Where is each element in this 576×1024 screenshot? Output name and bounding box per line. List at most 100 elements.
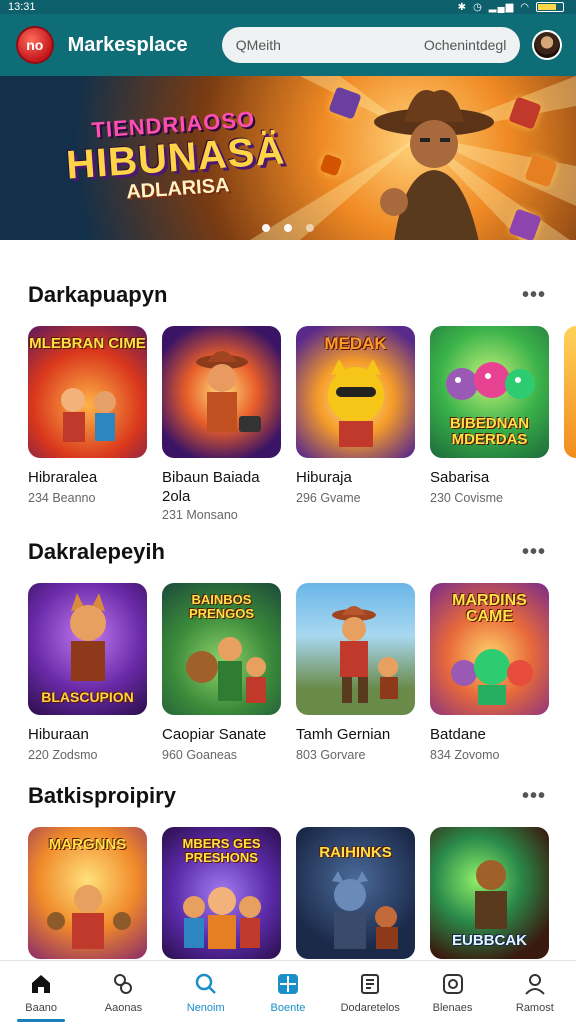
search-input[interactable]: QMeith Ochenintdegl bbox=[221, 27, 521, 63]
character-illustration bbox=[450, 649, 533, 705]
pagination-dot[interactable] bbox=[284, 224, 292, 232]
character-illustration bbox=[195, 351, 261, 432]
banner-pagination bbox=[262, 224, 314, 232]
game-meta: 230 Covisme bbox=[430, 491, 503, 505]
game-title: Batdane bbox=[430, 726, 486, 743]
game-title: Bibaun Baiada 2ola bbox=[162, 469, 260, 505]
thumbnail-art-text: BIBEDNAN MDERDAS bbox=[449, 415, 530, 448]
game-card[interactable]: Bibaun Baiada 2ola 231 Monsano bbox=[162, 326, 281, 522]
game-meta: 231 Monsano bbox=[162, 508, 238, 522]
character-illustration bbox=[327, 359, 384, 447]
game-thumbnail: MEDAK bbox=[296, 326, 415, 458]
game-meta: 220 Zodsmo bbox=[28, 748, 98, 762]
banner-title: TIENDRIAOSO HIBUNASÄ ADLARISA bbox=[63, 104, 288, 208]
logo-text: no bbox=[26, 37, 44, 53]
game-meta: 296 Gvame bbox=[296, 491, 361, 505]
character-illustration bbox=[331, 871, 398, 949]
game-card[interactable]: MARDINS CAME Batdane 834 Zovomo bbox=[430, 583, 549, 762]
game-meta: 834 Zovomo bbox=[430, 748, 500, 762]
list-icon bbox=[357, 971, 383, 997]
featured-banner[interactable]: TIENDRIAOSO HIBUNASÄ ADLARISA bbox=[0, 76, 576, 240]
game-card[interactable]: MARGNNS bbox=[28, 827, 147, 959]
game-card[interactable]: MBERS GES PRESHONS bbox=[162, 827, 281, 959]
game-thumbnail: MLEBRAN CIME bbox=[28, 326, 147, 458]
character-illustration bbox=[46, 885, 131, 949]
nav-games[interactable]: Blenaes bbox=[411, 961, 493, 1024]
character-illustration bbox=[331, 606, 398, 703]
game-card[interactable]: Tamh Gernian 803 Gorvare bbox=[296, 583, 415, 762]
thumbnail-art-text: MLEBRAN CIME bbox=[29, 335, 146, 352]
more-options-icon[interactable]: ••• bbox=[522, 786, 546, 806]
game-card[interactable]: MLEBRAN CIME Hibraralea 234 Beanno bbox=[28, 326, 147, 522]
status-bar: 13:31 ✱ ◷ ▂▄▆ ◠ bbox=[0, 0, 576, 14]
section-title: Dakralepeyih bbox=[28, 539, 165, 564]
character-illustration bbox=[69, 593, 106, 681]
nav-home[interactable]: Baano bbox=[0, 961, 82, 1024]
battery-icon bbox=[536, 2, 564, 12]
nav-label: Baano bbox=[25, 1002, 58, 1014]
game-title: Caopiar Sanate bbox=[162, 726, 267, 743]
thumbnail-art-text: MBERS GES PRESHONS bbox=[182, 836, 261, 865]
thumbnail-art-text: MEDAK bbox=[324, 334, 387, 353]
nav-library[interactable]: Dodaretelos bbox=[329, 961, 411, 1024]
character-illustration bbox=[474, 860, 507, 929]
home-icon bbox=[28, 971, 54, 997]
more-options-icon[interactable]: ••• bbox=[522, 285, 546, 305]
game-title: Tamh Gernian bbox=[296, 726, 391, 743]
game-card[interactable]: MEDAK Hiburaja 296 Gvame bbox=[296, 326, 415, 522]
app-header: no Markesplace QMeith Ochenintdegl bbox=[0, 14, 576, 76]
game-meta: 960 Goaneas bbox=[162, 748, 238, 762]
game-thumbnail: BLASCUPION bbox=[28, 583, 147, 715]
section-title: Batkisproipiry bbox=[28, 783, 176, 808]
nav-profile[interactable]: Ramost bbox=[494, 961, 576, 1024]
game-meta: 803 Gorvare bbox=[296, 748, 366, 762]
section-1: Darkapuapyn ••• MLEBRAN CIME Hibraralea … bbox=[0, 280, 576, 522]
nav-label: Boente bbox=[270, 1002, 306, 1014]
game-thumbnail: MARDINS CAME bbox=[430, 583, 549, 715]
grid-icon bbox=[275, 971, 301, 997]
category-icon bbox=[110, 971, 136, 997]
nav-label: Aaonas bbox=[104, 1002, 143, 1014]
pagination-dot[interactable] bbox=[306, 224, 314, 232]
game-title: Hibraralea bbox=[28, 469, 98, 486]
wifi-icon: ◠ bbox=[520, 1, 530, 13]
thumbnail-art-text: RAIHINKS bbox=[319, 844, 392, 861]
game-card[interactable]: BAINBOS PRENGOS Caopiar Sanate 960 Goane… bbox=[162, 583, 281, 762]
next-card-peek[interactable] bbox=[564, 326, 576, 458]
character-illustration bbox=[60, 388, 116, 442]
game-card[interactable]: RAIHINKS bbox=[296, 827, 415, 959]
game-meta: 234 Beanno bbox=[28, 491, 96, 505]
game-card[interactable]: EUBBCAK bbox=[430, 827, 549, 959]
pagination-dot[interactable] bbox=[262, 224, 270, 232]
character-illustration bbox=[185, 637, 266, 703]
section-2: Dakralepeyih ••• BLASCUPION Hiburaan 220… bbox=[0, 537, 576, 762]
nav-label: Ramost bbox=[515, 1002, 554, 1014]
app-title: Markesplace bbox=[67, 33, 188, 56]
nav-categories[interactable]: Aaonas bbox=[82, 961, 164, 1024]
bluetooth-icon: ✱ bbox=[457, 1, 468, 13]
alarm-icon: ◷ bbox=[473, 1, 483, 13]
section-title: Darkapuapyn bbox=[28, 282, 168, 307]
user-avatar[interactable] bbox=[532, 30, 562, 60]
profile-icon bbox=[522, 971, 548, 997]
game-card[interactable]: BIBEDNAN MDERDAS Sabarisa 230 Covisme bbox=[430, 326, 549, 522]
game-title: Hiburaan bbox=[28, 726, 89, 743]
thumbnail-art-text: BLASCUPION bbox=[41, 689, 134, 705]
nav-apps[interactable]: Boente bbox=[247, 961, 329, 1024]
game-thumbnail: MARGNNS bbox=[28, 827, 147, 959]
game-thumbnail: BAINBOS PRENGOS bbox=[162, 583, 281, 715]
game-card[interactable]: BLASCUPION Hiburaan 220 Zodsmo bbox=[28, 583, 147, 762]
search-placeholder: QMeith bbox=[235, 37, 281, 53]
thumbnail-art-text: MARDINS CAME bbox=[452, 592, 527, 625]
nav-label: Nenoim bbox=[186, 1002, 225, 1014]
signal-icon: ▂▄▆ bbox=[488, 1, 515, 13]
section-3: Batkisproipiry ••• MARGNNS MBERS GES PRE… bbox=[0, 781, 576, 959]
game-thumbnail: BIBEDNAN MDERDAS bbox=[430, 326, 549, 458]
game-thumbnail: EUBBCAK bbox=[430, 827, 549, 959]
nav-search[interactable]: Nenoim bbox=[165, 961, 247, 1024]
nav-label: Blenaes bbox=[432, 1002, 473, 1014]
app-logo[interactable]: no bbox=[16, 26, 54, 64]
thumbnail-art-text: EUBBCAK bbox=[452, 932, 527, 949]
status-time: 13:31 bbox=[8, 1, 36, 13]
more-options-icon[interactable]: ••• bbox=[522, 542, 546, 562]
